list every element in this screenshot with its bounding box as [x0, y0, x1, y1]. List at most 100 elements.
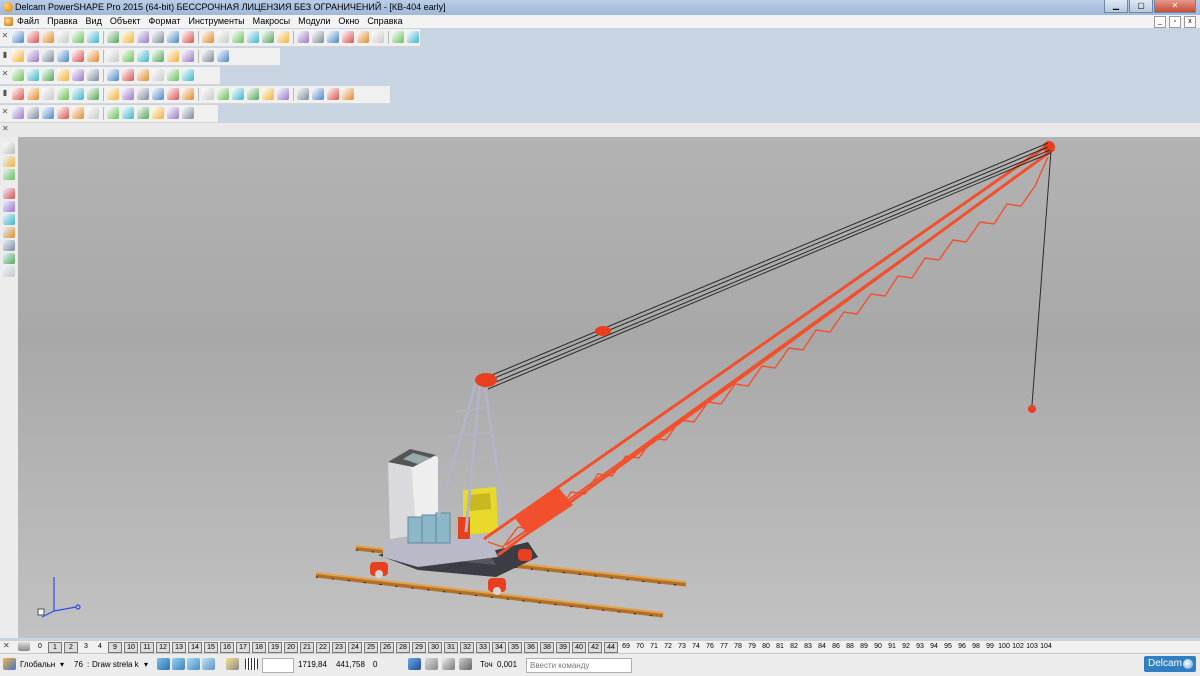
toolbar-tool-icon[interactable]: [182, 107, 194, 119]
toolbar-tool-icon[interactable]: [247, 88, 259, 100]
toolbar-tool-icon[interactable]: [42, 31, 54, 43]
minimize-button[interactable]: ▁: [1104, 0, 1128, 13]
command-input[interactable]: Ввести команду: [526, 658, 632, 673]
level-button[interactable]: 23: [332, 642, 346, 653]
toolbar-tool-icon[interactable]: [87, 31, 99, 43]
toolbar-grip-icon[interactable]: ▮: [1, 50, 9, 62]
maximize-button[interactable]: ▢: [1129, 0, 1153, 13]
toolbar-tool-icon[interactable]: [167, 31, 179, 43]
toolbar-tool-icon[interactable]: [357, 31, 369, 43]
menu-file[interactable]: Файл: [17, 16, 39, 26]
levels-close-icon[interactable]: ✕: [3, 641, 10, 650]
level-button[interactable]: 80: [760, 642, 772, 651]
level-button[interactable]: 0: [34, 642, 46, 651]
level-button[interactable]: 20: [284, 642, 298, 653]
level-button[interactable]: 29: [412, 642, 426, 653]
toolbar-tool-icon[interactable]: [217, 31, 229, 43]
tolerance-value[interactable]: 0,001: [497, 658, 517, 671]
toolbar-tool-icon[interactable]: [372, 31, 384, 43]
document-icon[interactable]: [4, 17, 13, 26]
levels-icon[interactable]: [18, 642, 30, 651]
level-button[interactable]: 18: [252, 642, 266, 653]
level-button[interactable]: 15: [204, 642, 218, 653]
level-button[interactable]: 77: [718, 642, 730, 651]
toolbar-grip-icon[interactable]: ✕: [1, 69, 9, 81]
menu-format[interactable]: Формат: [149, 16, 181, 26]
settings-icon[interactable]: [226, 658, 239, 670]
level-button[interactable]: 94: [928, 642, 940, 651]
level-button[interactable]: 98: [970, 642, 982, 651]
toolbar-tool-icon[interactable]: [12, 69, 24, 81]
create-tool-icon[interactable]: [3, 266, 15, 277]
level-button[interactable]: 22: [316, 642, 330, 653]
toolbar-tool-icon[interactable]: [57, 69, 69, 81]
toolbar-tool-icon[interactable]: [137, 69, 149, 81]
toolbar-tool-icon[interactable]: [27, 69, 39, 81]
close-button[interactable]: ✕: [1154, 0, 1196, 13]
level-button[interactable]: 11: [140, 642, 154, 653]
level-button[interactable]: 12: [156, 642, 170, 653]
toolbar-tool-icon[interactable]: [87, 88, 99, 100]
toolbar-tool-icon[interactable]: [152, 88, 164, 100]
toolbar-grip-icon[interactable]: ✕: [1, 107, 9, 119]
level-name[interactable]: Draw strela k: [92, 658, 139, 671]
toolbar-tool-icon[interactable]: [57, 31, 69, 43]
toolbar-tool-icon[interactable]: [167, 69, 179, 81]
mdi-restore-button[interactable]: ▫: [1169, 16, 1181, 28]
level-button[interactable]: 89: [858, 642, 870, 651]
create-tool-icon[interactable]: [3, 214, 15, 225]
toolbar-tool-icon[interactable]: [72, 50, 84, 62]
polar-coords-icon[interactable]: [442, 658, 455, 670]
toolbar-tool-icon[interactable]: [407, 31, 419, 43]
toolbar-tool-icon[interactable]: [137, 107, 149, 119]
toolbar-tool-icon[interactable]: [217, 50, 229, 62]
menu-tools[interactable]: Инструменты: [188, 16, 244, 26]
toolbar-tool-icon[interactable]: [42, 69, 54, 81]
menu-view[interactable]: Вид: [86, 16, 102, 26]
toolbar-tool-icon[interactable]: [42, 88, 54, 100]
level-button[interactable]: 25: [364, 642, 378, 653]
level-button[interactable]: 90: [872, 642, 884, 651]
toolbar-tool-icon[interactable]: [182, 88, 194, 100]
toolbar-tool-icon[interactable]: [122, 88, 134, 100]
toolbar-tool-icon[interactable]: [217, 88, 229, 100]
level-button[interactable]: 4: [94, 642, 106, 651]
create-tool-icon[interactable]: [3, 156, 15, 167]
create-tool-icon[interactable]: [3, 253, 15, 264]
toolbar-tool-icon[interactable]: [122, 31, 134, 43]
create-tool-icon[interactable]: [3, 169, 15, 180]
menu-macros[interactable]: Макросы: [253, 16, 291, 26]
toolbar-tool-icon[interactable]: [27, 107, 39, 119]
level-button[interactable]: 95: [942, 642, 954, 651]
toolbar-tool-icon[interactable]: [137, 50, 149, 62]
level-button[interactable]: 19: [268, 642, 282, 653]
level-button[interactable]: 76: [704, 642, 716, 651]
level-button[interactable]: 3: [80, 642, 92, 651]
toolbar-tool-icon[interactable]: [152, 69, 164, 81]
level-button[interactable]: 33: [476, 642, 490, 653]
toolbar-tool-icon[interactable]: [72, 31, 84, 43]
workplane-toggle-icon[interactable]: [187, 658, 200, 670]
toolbar-tool-icon[interactable]: [297, 88, 309, 100]
level-button[interactable]: 38: [540, 642, 554, 653]
toolbar-tool-icon[interactable]: [342, 88, 354, 100]
toolbar-tool-icon[interactable]: [12, 88, 24, 100]
toolbar-tool-icon[interactable]: [202, 31, 214, 43]
level-button[interactable]: 102: [1012, 642, 1024, 651]
toolbar-tool-icon[interactable]: [57, 50, 69, 62]
toolbar-tool-icon[interactable]: [152, 50, 164, 62]
toolbar-tool-icon[interactable]: [57, 88, 69, 100]
menu-modules[interactable]: Модули: [298, 16, 330, 26]
level-button[interactable]: 24: [348, 642, 362, 653]
level-button[interactable]: 1: [48, 642, 62, 653]
toolbar-tool-icon[interactable]: [27, 31, 39, 43]
create-tool-icon[interactable]: [3, 240, 15, 251]
toolbar-tool-icon[interactable]: [72, 69, 84, 81]
level-button[interactable]: 82: [788, 642, 800, 651]
level-button[interactable]: 2: [64, 642, 78, 653]
level-button[interactable]: 16: [220, 642, 234, 653]
toolbar-tool-icon[interactable]: [167, 88, 179, 100]
level-button[interactable]: 86: [830, 642, 842, 651]
graphics-viewport[interactable]: [18, 137, 1200, 638]
toolbar-tool-icon[interactable]: [87, 50, 99, 62]
